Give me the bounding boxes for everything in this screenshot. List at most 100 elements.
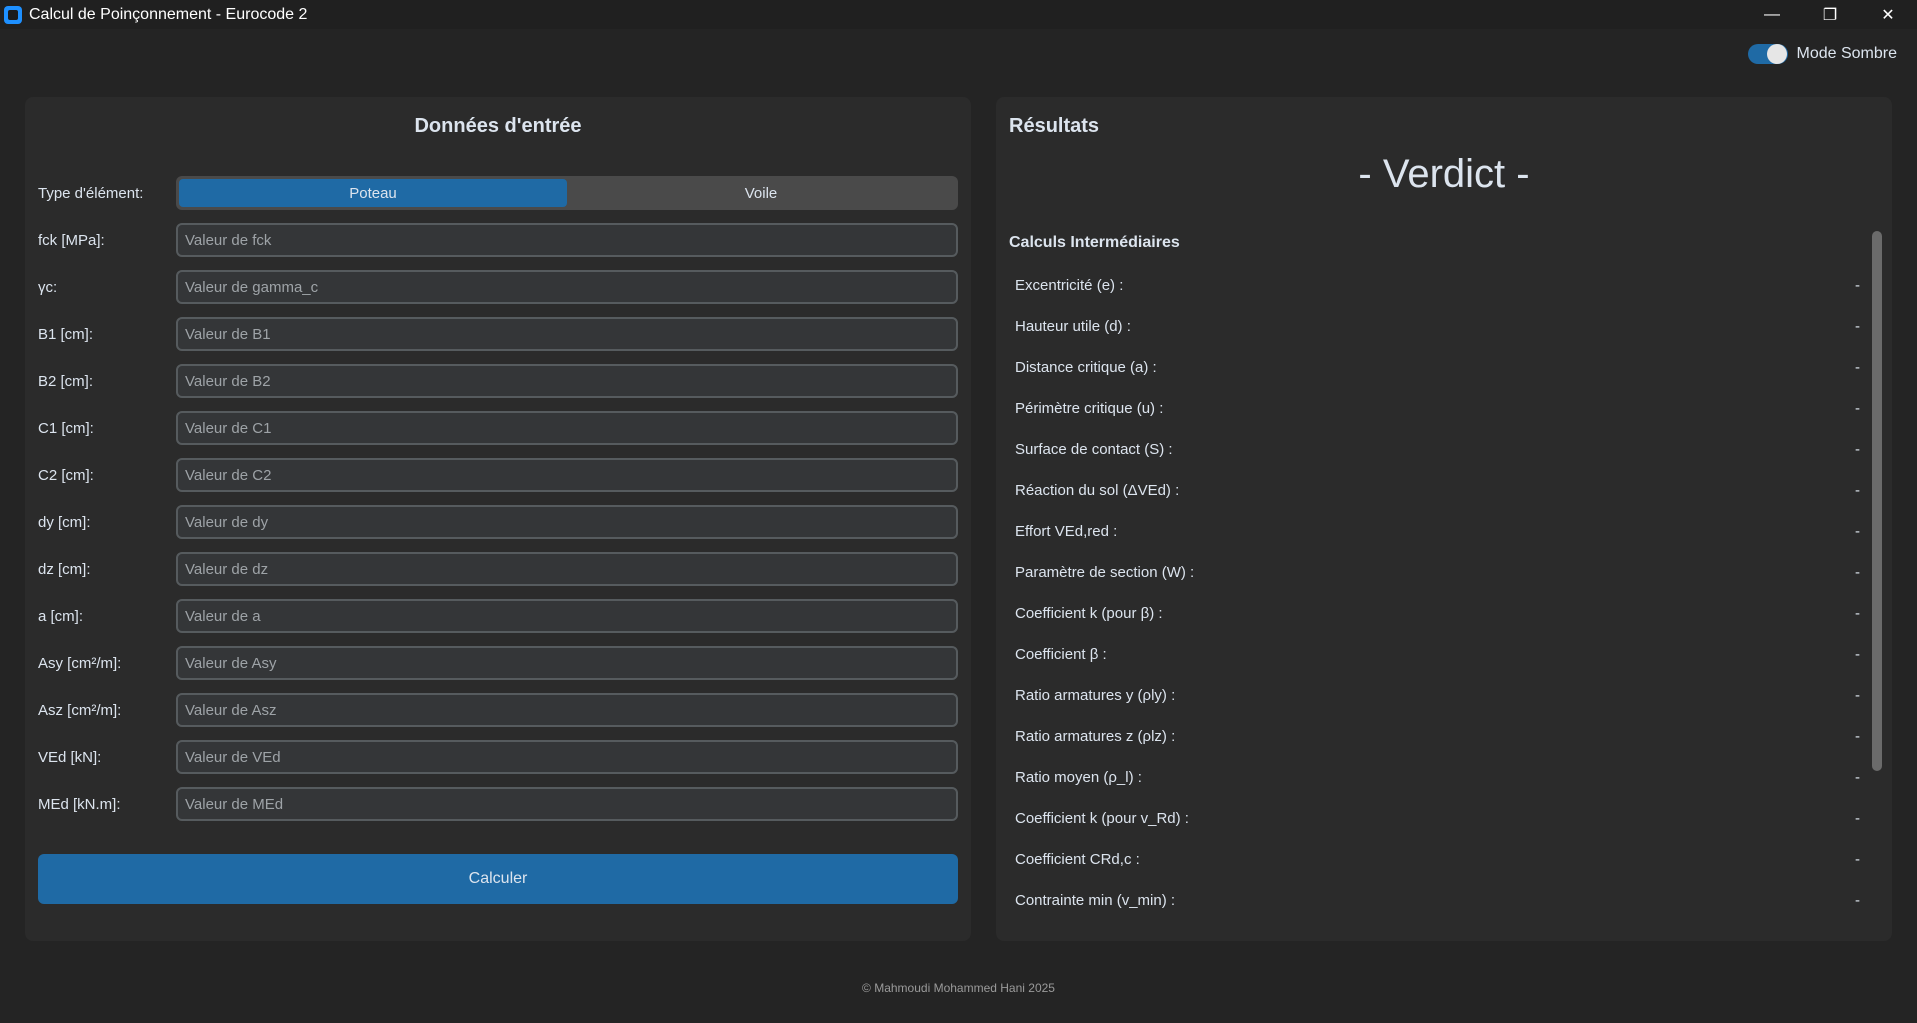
results-panel-title: Résultats — [1009, 115, 1100, 137]
result-row: Ratio armatures z (ρlz) : - — [1015, 716, 1860, 757]
result-label: Ratio armatures z (ρlz) : — [1015, 728, 1176, 745]
med-input[interactable] — [176, 787, 958, 821]
element-type-row: Type d'élément: Poteau Voile — [38, 176, 958, 210]
asy-input[interactable] — [176, 646, 958, 680]
field-row-a: a [cm]: — [38, 599, 958, 633]
b2-label: B2 [cm]: — [38, 372, 94, 390]
field-row-ved: VEd [kN]: — [38, 740, 958, 774]
result-value: - — [1855, 646, 1860, 663]
restore-button[interactable]: ❐ — [1801, 0, 1859, 29]
result-label: Coefficient k (pour v_Rd) : — [1015, 810, 1189, 827]
intermediate-calcs-title: Calculs Intermédiaires — [1009, 234, 1180, 251]
verdict-text: - Verdict - — [1358, 152, 1530, 196]
result-row: Coefficient k (pour β) : - — [1015, 593, 1860, 634]
field-row-dz: dz [cm]: — [38, 552, 958, 586]
field-row-c1: C1 [cm]: — [38, 411, 958, 445]
theme-toggle[interactable]: Mode Sombre — [1747, 44, 1897, 64]
results-panel: Résultats - Verdict - Calculs Intermédia… — [996, 97, 1892, 941]
segment-voile[interactable]: Voile — [567, 179, 955, 207]
result-label: Coefficient β : — [1015, 646, 1107, 663]
field-row-c2: C2 [cm]: — [38, 458, 958, 492]
result-label: Paramètre de section (W) : — [1015, 564, 1195, 581]
field-row-asy: Asy [cm²/m]: — [38, 646, 958, 680]
result-row: Effort VEd,red : - — [1015, 511, 1860, 552]
results-list: Excentricité (e) : - Hauteur utile (d) : -… — [1015, 265, 1860, 921]
result-value: - — [1855, 851, 1860, 868]
field-row-fck: fck [MPa]: — [38, 223, 958, 257]
result-label: Périmètre critique (u) : — [1015, 400, 1164, 417]
result-value: - — [1855, 564, 1860, 581]
result-row: Contrainte min (v_min) : - — [1015, 880, 1860, 921]
result-value: - — [1855, 769, 1860, 786]
result-label: Hauteur utile (d) : — [1015, 318, 1131, 335]
b1-label: B1 [cm]: — [38, 325, 94, 343]
result-row: Ratio moyen (ρ_l) : - — [1015, 757, 1860, 798]
minimize-button[interactable]: — — [1743, 0, 1801, 29]
result-row: Périmètre critique (u) : - — [1015, 388, 1860, 429]
c2-input[interactable] — [176, 458, 958, 492]
dy-label: dy [cm]: — [38, 513, 91, 531]
ved-input[interactable] — [176, 740, 958, 774]
a-label: a [cm]: — [38, 607, 84, 625]
results-scrollbar[interactable] — [1872, 231, 1882, 771]
result-value: - — [1855, 728, 1860, 745]
result-value: - — [1855, 482, 1860, 499]
field-row-med: MEd [kN.m]: — [38, 787, 958, 821]
dark-mode-switch[interactable] — [1747, 44, 1788, 64]
result-row: Coefficient k (pour v_Rd) : - — [1015, 798, 1860, 839]
result-label: Contrainte min (v_min) : — [1015, 892, 1176, 909]
asy-label: Asy [cm²/m]: — [38, 654, 122, 672]
result-label: Réaction du sol (ΔVEd) : — [1015, 482, 1180, 499]
result-value: - — [1855, 359, 1860, 376]
result-value: - — [1855, 277, 1860, 294]
field-row-b1: B1 [cm]: — [38, 317, 958, 351]
result-label: Excentricité (e) : — [1015, 277, 1124, 294]
footer-copyright: © Mahmoudi Mohammed Hani 2025 — [862, 981, 1055, 995]
result-label: Distance critique (a) : — [1015, 359, 1157, 376]
input-panel: Données d'entrée Type d'élément: Poteau … — [25, 97, 971, 941]
asz-input[interactable] — [176, 693, 958, 727]
result-value: - — [1855, 810, 1860, 827]
title-bar: Calcul de Poinçonnement - Eurocode 2 — ❐… — [0, 0, 1917, 29]
app-icon — [4, 5, 22, 24]
result-row: Surface de contact (S) : - — [1015, 429, 1860, 470]
dz-label: dz [cm]: — [38, 560, 91, 578]
gamma-c-input[interactable] — [176, 270, 958, 304]
field-row-asz: Asz [cm²/m]: — [38, 693, 958, 727]
result-row: Distance critique (a) : - — [1015, 347, 1860, 388]
c1-label: C1 [cm]: — [38, 419, 94, 437]
window-controls: — ❐ ✕ — [1743, 0, 1917, 29]
ved-label: VEd [kN]: — [38, 748, 102, 766]
gamma-c-label: γc: — [38, 278, 58, 296]
b2-input[interactable] — [176, 364, 958, 398]
field-row-dy: dy [cm]: — [38, 505, 958, 539]
result-row: Hauteur utile (d) : - — [1015, 306, 1860, 347]
b1-input[interactable] — [176, 317, 958, 351]
result-value: - — [1855, 605, 1860, 622]
result-value: - — [1855, 892, 1860, 909]
segment-poteau[interactable]: Poteau — [179, 179, 567, 207]
result-row: Ratio armatures y (ρly) : - — [1015, 675, 1860, 716]
result-value: - — [1855, 400, 1860, 417]
calculate-button[interactable]: Calculer — [38, 854, 958, 904]
dz-input[interactable] — [176, 552, 958, 586]
close-button[interactable]: ✕ — [1859, 0, 1917, 29]
field-row-b2: B2 [cm]: — [38, 364, 958, 398]
fck-input[interactable] — [176, 223, 958, 257]
result-label: Ratio armatures y (ρly) : — [1015, 687, 1176, 704]
med-label: MEd [kN.m]: — [38, 795, 121, 813]
result-label: Coefficient k (pour β) : — [1015, 605, 1163, 622]
element-type-selector[interactable]: Poteau Voile — [176, 176, 958, 210]
a-input[interactable] — [176, 599, 958, 633]
result-label: Coefficient CRd,c : — [1015, 851, 1140, 868]
c2-label: C2 [cm]: — [38, 466, 94, 484]
element-type-label: Type d'élément: — [38, 184, 144, 202]
result-label: Ratio moyen (ρ_l) : — [1015, 769, 1142, 786]
result-row: Coefficient CRd,c : - — [1015, 839, 1860, 880]
result-label: Effort VEd,red : — [1015, 523, 1118, 540]
dy-input[interactable] — [176, 505, 958, 539]
result-value: - — [1855, 687, 1860, 704]
window-title: Calcul de Poinçonnement - Eurocode 2 — [29, 5, 308, 23]
asz-label: Asz [cm²/m]: — [38, 701, 122, 719]
c1-input[interactable] — [176, 411, 958, 445]
